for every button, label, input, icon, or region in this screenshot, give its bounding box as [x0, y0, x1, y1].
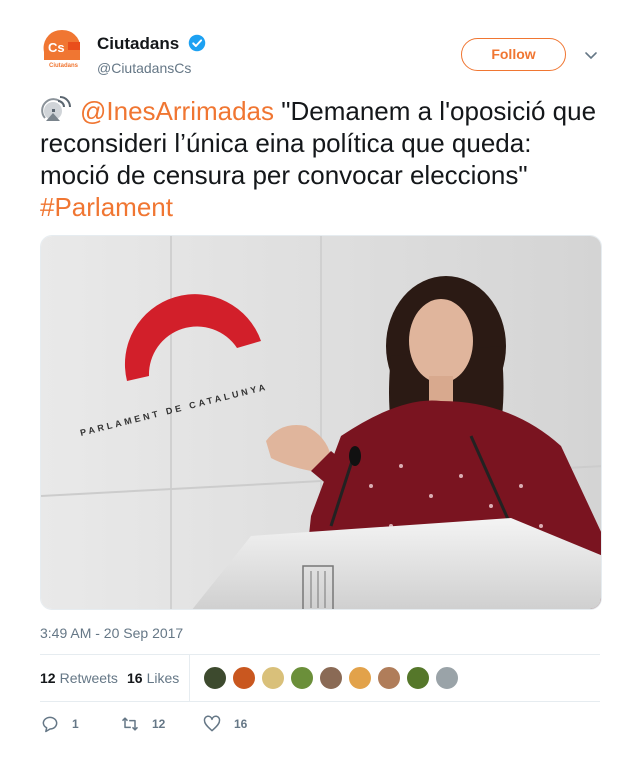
likes-label: Likes [146, 670, 180, 686]
divider [40, 701, 600, 702]
tweet-photo[interactable]: PARLAMENT DE CATALUNYA [40, 235, 602, 610]
liker-avatar[interactable] [289, 665, 315, 691]
liker-avatar[interactable] [202, 665, 228, 691]
reply-button[interactable]: 1 [40, 713, 79, 735]
retweet-button[interactable]: 12 [120, 713, 165, 735]
avatar-logo-subtext: Ciutadans [49, 63, 79, 69]
account-handle[interactable]: @CiutadansCs [97, 60, 191, 76]
account-name[interactable]: Ciutadans [97, 34, 179, 54]
heart-icon [203, 715, 221, 732]
liker-avatar[interactable] [260, 665, 286, 691]
chevron-down-icon[interactable] [584, 48, 598, 62]
tweet-timestamp[interactable]: 3:49 AM - 20 Sep 2017 [40, 625, 183, 641]
stats-separator [189, 655, 190, 701]
avatar-logo-text: Cs [48, 40, 65, 55]
like-count: 16 [234, 717, 248, 731]
liker-avatar[interactable] [318, 665, 344, 691]
retweets-stat[interactable]: 12 Retweets [40, 670, 118, 686]
like-button[interactable]: 16 [202, 713, 247, 735]
reply-count: 1 [72, 717, 79, 731]
hashtag-link[interactable]: #Parlament [40, 192, 173, 222]
verified-badge-icon [188, 34, 206, 52]
liker-avatar[interactable] [347, 665, 373, 691]
retweet-count: 12 [152, 717, 166, 731]
liker-avatar[interactable] [231, 665, 257, 691]
satellite-antenna-icon [41, 96, 71, 121]
tweet-text: @InesArrimadas "Demanem a l'oposició que… [40, 95, 600, 223]
likes-stat[interactable]: 16 Likes [127, 670, 179, 686]
liker-avatar[interactable] [434, 665, 460, 691]
avatar[interactable]: Cs Ciutadans [40, 30, 84, 74]
follow-button[interactable]: Follow [461, 38, 566, 71]
likes-count: 16 [127, 670, 143, 686]
tweet-actions: 1 12 16 [40, 710, 600, 740]
tweet-stats: 12 Retweets 16 Likes [40, 655, 600, 701]
retweet-icon [121, 717, 139, 731]
retweets-label: Retweets [59, 670, 118, 686]
liker-avatar[interactable] [376, 665, 402, 691]
mention-link[interactable]: @InesArrimadas [80, 96, 274, 126]
liker-avatar[interactable] [405, 665, 431, 691]
reply-icon [42, 716, 58, 733]
tweet-header: Cs Ciutadans Ciutadans @CiutadansCs Foll… [40, 30, 600, 80]
retweets-count: 12 [40, 670, 56, 686]
